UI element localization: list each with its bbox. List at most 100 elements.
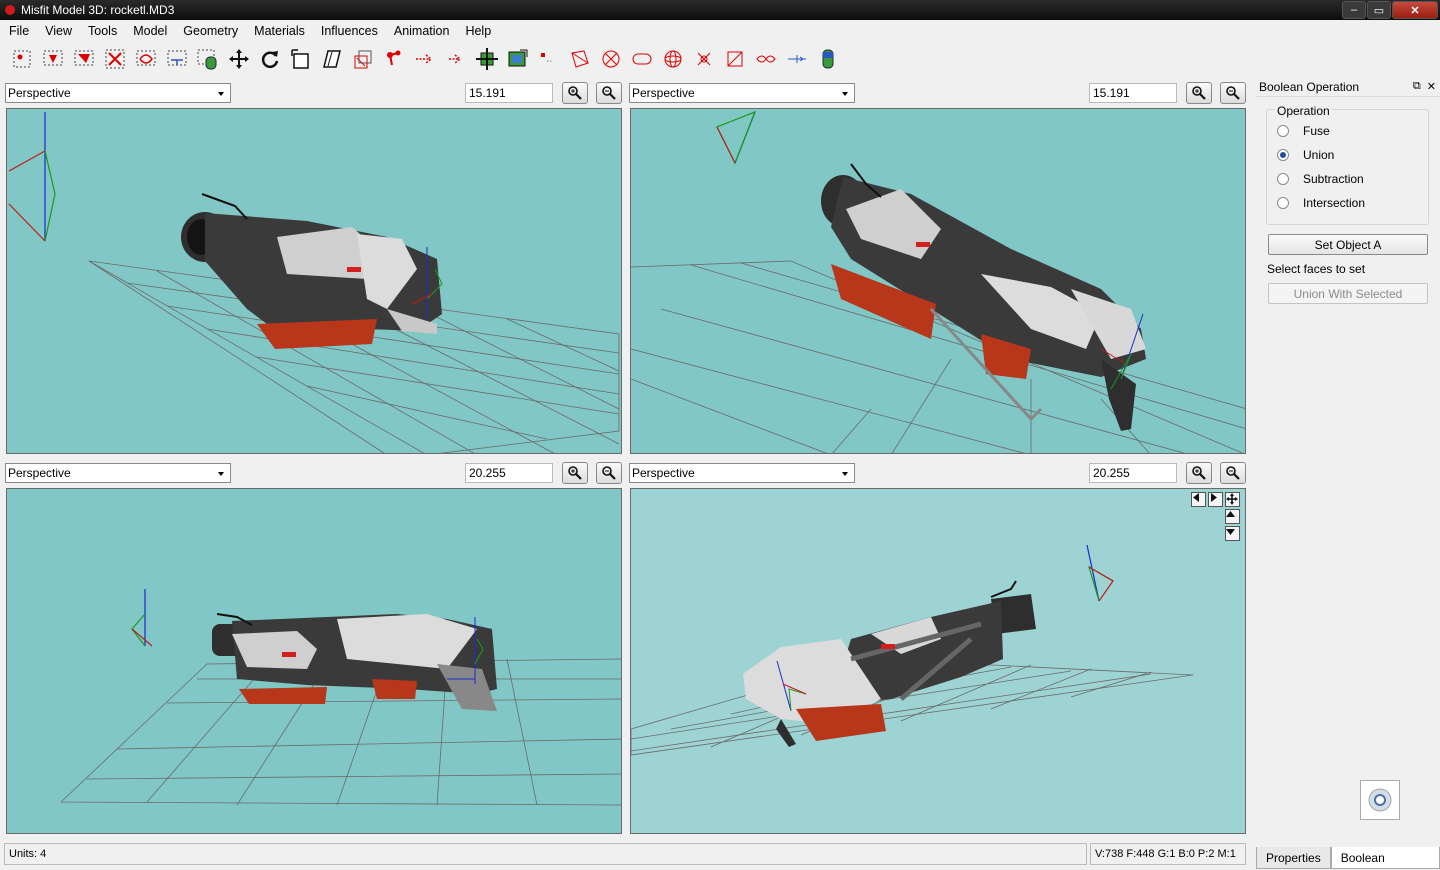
menu-file[interactable]: File (1, 24, 37, 38)
select-bone-joints-icon[interactable] (132, 45, 160, 73)
select-connected-icon[interactable] (70, 45, 98, 73)
arrow-up-icon (1226, 511, 1235, 517)
point-icon[interactable] (442, 45, 470, 73)
menu-materials[interactable]: Materials (246, 24, 313, 38)
close-button[interactable]: ✕ (1392, 1, 1438, 19)
chevron-down-icon (842, 472, 848, 476)
pan-left-button[interactable] (1191, 492, 1206, 507)
menu-view[interactable]: View (37, 24, 80, 38)
shear-icon[interactable] (318, 45, 346, 73)
menu-geometry[interactable]: Geometry (175, 24, 246, 38)
scale-icon[interactable] (287, 45, 315, 73)
viewport-2-canvas[interactable] (630, 108, 1246, 454)
radio-fuse[interactable] (1277, 125, 1289, 137)
panel-title: Boolean Operation (1259, 79, 1360, 94)
viewport-1-canvas[interactable] (6, 108, 622, 454)
zoom-out-icon (1226, 466, 1240, 480)
move-icon (1226, 493, 1238, 505)
radio-subtraction[interactable] (1277, 173, 1289, 185)
menu-help[interactable]: Help (457, 24, 499, 38)
zoom-in-button[interactable] (562, 462, 588, 484)
cylinder-icon[interactable] (659, 45, 687, 73)
zoom-out-button[interactable] (596, 82, 622, 104)
viewport-2-bar: Perspective 15.191 (625, 81, 1250, 105)
option-intersection[interactable]: Intersection (1277, 196, 1365, 210)
pan-right-button[interactable] (1208, 492, 1223, 507)
close-panel-icon[interactable]: ✕ (1427, 80, 1436, 93)
radio-intersection[interactable] (1277, 197, 1289, 209)
zoom-out-button[interactable] (1220, 82, 1246, 104)
select-points-icon[interactable] (163, 45, 191, 73)
rotate-icon[interactable] (256, 45, 284, 73)
viewport-3-canvas[interactable] (6, 488, 622, 834)
window-title: Misfit Model 3D: rocketl.MD3 (21, 3, 175, 17)
select-groups-icon[interactable] (101, 45, 129, 73)
menu-animation[interactable]: Animation (386, 24, 458, 38)
select-projections-icon[interactable] (194, 45, 222, 73)
tab-properties[interactable]: Properties (1256, 847, 1331, 869)
select-vertices-icon[interactable] (8, 45, 36, 73)
option-subtraction[interactable]: Subtraction (1277, 172, 1364, 186)
option-subtraction-label: Subtraction (1303, 172, 1364, 186)
pan-all-button[interactable] (1225, 492, 1240, 507)
viewport-1-projection: Perspective (8, 86, 71, 100)
float-panel-icon[interactable]: ⧉ (1413, 80, 1421, 93)
tool-toolbar (0, 42, 1440, 75)
viewport-1-projection-select[interactable]: Perspective (5, 83, 231, 103)
polygon-icon[interactable] (721, 45, 749, 73)
tab-boolean-operation[interactable]: Boolean Operation (1330, 847, 1440, 869)
zoom-in-button[interactable] (1186, 462, 1212, 484)
set-object-a-button[interactable]: Set Object A (1268, 234, 1428, 255)
texture-projection-icon[interactable] (504, 45, 532, 73)
viewport-1-bar: Perspective 15.191 (0, 81, 625, 105)
radio-union[interactable] (1277, 149, 1289, 161)
zoom-in-button[interactable] (1186, 82, 1212, 104)
pan-down-button[interactable] (1225, 526, 1240, 541)
extrude-icon[interactable] (473, 45, 501, 73)
viewport-1-zoom-input[interactable]: 15.191 (465, 83, 553, 103)
cube-icon[interactable] (597, 45, 625, 73)
menu-bar: File View Tools Model Geometry Materials… (0, 20, 1440, 41)
viewport-4-projection-select[interactable]: Perspective (629, 463, 855, 483)
menu-influences[interactable]: Influences (313, 24, 386, 38)
attach-icon[interactable] (349, 45, 377, 73)
menu-tools[interactable]: Tools (80, 24, 125, 38)
drag-vertex-icon[interactable] (566, 45, 594, 73)
option-intersection-label: Intersection (1303, 196, 1366, 210)
zoom-out-button[interactable] (1220, 462, 1246, 484)
chevron-down-icon (842, 92, 848, 96)
zoom-out-button[interactable] (596, 462, 622, 484)
background-image-icon[interactable] (535, 45, 563, 73)
viewport-3-zoom-input[interactable]: 20.255 (465, 463, 553, 483)
bone-joint-icon[interactable] (380, 45, 408, 73)
select-faces-icon[interactable] (39, 45, 67, 73)
move-icon[interactable] (225, 45, 253, 73)
menu-model[interactable]: Model (125, 24, 175, 38)
viewport-2-scene (631, 110, 1245, 453)
option-union[interactable]: Union (1277, 148, 1334, 162)
zoom-in-icon (1192, 466, 1206, 480)
rocket-launcher-model (181, 193, 442, 349)
viewport-4-canvas[interactable] (630, 488, 1246, 834)
torus-icon[interactable] (690, 45, 718, 73)
arrow-right-icon (1211, 493, 1217, 502)
viewport-2-zoom-input[interactable]: 15.191 (1089, 83, 1177, 103)
minimize-button[interactable]: – (1342, 1, 1366, 19)
vertex-icon[interactable] (411, 45, 439, 73)
rectangle-icon[interactable] (752, 45, 780, 73)
viewport-2-projection: Perspective (632, 86, 695, 100)
pan-up-button[interactable] (1225, 509, 1240, 524)
select-faces-hint: Select faces to set (1267, 262, 1366, 276)
ellipsoid-icon[interactable] (628, 45, 656, 73)
option-fuse[interactable]: Fuse (1277, 124, 1330, 138)
viewport-4-zoom-input[interactable]: 20.255 (1089, 463, 1177, 483)
arrow-left-icon (1193, 493, 1199, 502)
union-with-selected-button[interactable]: Union With Selected (1268, 283, 1428, 304)
viewport-3-projection-select[interactable]: Perspective (5, 463, 231, 483)
zoom-in-button[interactable] (562, 82, 588, 104)
cylinder-shape-icon[interactable] (814, 45, 842, 73)
flip-icon[interactable] (783, 45, 811, 73)
panel-tabs: Properties Boolean Operation (1256, 847, 1440, 870)
maximize-button[interactable]: ▭ (1367, 1, 1391, 19)
viewport-2-projection-select[interactable]: Perspective (629, 83, 855, 103)
